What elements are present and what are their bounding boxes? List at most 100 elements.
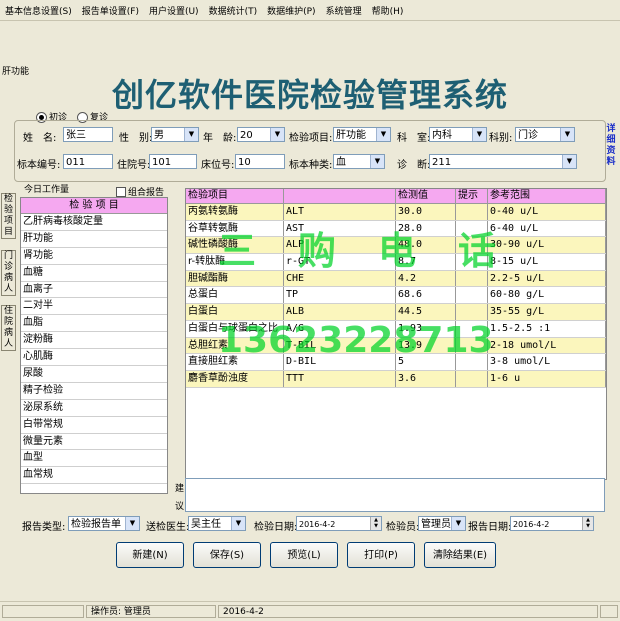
chevron-down-icon: ▼ <box>370 155 384 168</box>
checkbox-icon <box>116 186 126 197</box>
tester-label: 检验员: <box>386 522 420 533</box>
tab-test-items[interactable]: 检验项目 <box>1 193 16 239</box>
bed-no-input[interactable]: 10 <box>235 154 285 169</box>
cell-value[interactable]: 48.0 <box>396 237 456 254</box>
list-item[interactable]: 精子检验 <box>21 383 167 400</box>
list-item[interactable]: 二对半 <box>21 298 167 316</box>
test-item-label: 检验项目: <box>289 133 333 144</box>
list-item[interactable]: 肝功能 <box>21 231 167 248</box>
cell-item-name: 胆碱酯酶 <box>186 270 284 287</box>
inpatient-no-input[interactable]: 101 <box>149 154 197 169</box>
resize-grip[interactable] <box>600 605 618 618</box>
table-row[interactable]: 丙氨转氨酶 ALT 30.0 0-40 u/L <box>186 204 606 221</box>
cell-value[interactable]: 5 <box>396 354 456 370</box>
chevron-down-icon: ▼ <box>231 517 245 530</box>
specimen-type-select[interactable]: 血 ▼ <box>333 154 385 169</box>
table-row[interactable]: 总胆红素 T-BIL 13.9 2-18 umol/L <box>186 337 606 355</box>
name-input[interactable]: 张三 <box>63 127 113 142</box>
results-body: 丙氨转氨酶 ALT 30.0 0-40 u/L 谷草转氨酶 AST 28.0 6-40 u/L… <box>186 204 606 388</box>
cell-value[interactable]: 1.93 <box>396 320 456 337</box>
list-item[interactable]: 白带常规 <box>21 417 167 434</box>
table-row[interactable]: r-转肽酶 r-GT 8.7 8-15 u/L <box>186 254 606 271</box>
table-row[interactable]: 白蛋白 ALB 44.5 35-55 g/L <box>186 304 606 321</box>
list-item[interactable]: 心肌酶 <box>21 349 167 367</box>
chevron-down-icon: ▼ <box>472 128 486 141</box>
save-button[interactable]: 保存(S) <box>193 542 261 568</box>
menu-system[interactable]: 系统管理 <box>321 4 367 17</box>
cell-hint <box>456 320 488 337</box>
category-select[interactable]: 门诊 ▼ <box>515 127 575 142</box>
test-item-select[interactable]: 肝功能 ▼ <box>333 127 391 142</box>
cell-range: 1-6 u <box>488 370 606 387</box>
cell-item-name: 白蛋白 <box>186 304 284 320</box>
cell-value[interactable]: 3.6 <box>396 370 456 387</box>
table-row[interactable]: 直接胆红素 D-BIL 5 3-8 umol/L <box>186 354 606 371</box>
cell-item-name: 碱性磷酸酶 <box>186 237 284 254</box>
cell-value[interactable]: 8.7 <box>396 254 456 270</box>
list-item[interactable]: 血糖 <box>21 265 167 282</box>
report-type-select[interactable]: 检验报告单 ▼ <box>68 516 140 531</box>
list-item[interactable]: 泌尿系统 <box>21 400 167 417</box>
spinner-icon[interactable]: ▲ ▼ <box>582 517 593 530</box>
doctor-select[interactable]: 吴主任 ▼ <box>188 516 246 531</box>
new-button[interactable]: 新建(N) <box>116 542 184 568</box>
bed-no-label: 床位号: <box>201 160 235 171</box>
list-item[interactable]: 血脂 <box>21 315 167 333</box>
cell-value[interactable]: 44.5 <box>396 304 456 320</box>
cell-item-name: 总蛋白 <box>186 287 284 304</box>
spinner-icon[interactable]: ▲ ▼ <box>370 517 381 530</box>
sex-select[interactable]: 男 ▼ <box>151 127 199 142</box>
diagnosis-select[interactable]: 211 ▼ <box>429 154 577 169</box>
list-item[interactable]: 血常规 <box>21 467 167 485</box>
menu-user-settings[interactable]: 用户设置(U) <box>144 4 204 17</box>
table-row[interactable]: 碱性磷酸酶 ALP 48.0 30-90 u/L <box>186 237 606 255</box>
status-cell-empty <box>2 605 84 618</box>
list-item[interactable]: 肾功能 <box>21 248 167 265</box>
tab-outpatients[interactable]: 门诊病人 <box>1 250 16 296</box>
test-date-picker[interactable]: 2016-4-2 ▲ ▼ <box>296 516 382 531</box>
chevron-down-icon: ▼ <box>125 517 139 530</box>
list-item[interactable]: 血离子 <box>21 282 167 299</box>
list-item[interactable]: 乙肝病毒核酸定量 <box>21 214 167 231</box>
table-row[interactable]: 谷草转氨酶 AST 28.0 6-40 u/L <box>186 220 606 238</box>
list-item[interactable]: 血型 <box>21 450 167 468</box>
cell-item-name: 谷草转氨酶 <box>186 220 284 237</box>
specimen-type-label: 标本种类: <box>289 160 333 171</box>
table-row[interactable]: 总蛋白 TP 68.6 60-80 g/L <box>186 287 606 305</box>
menu-basic-settings[interactable]: 基本信息设置(S) <box>0 4 77 17</box>
list-item[interactable]: 尿酸 <box>21 366 167 383</box>
tab-inpatients[interactable]: 住院病人 <box>1 305 16 351</box>
table-row[interactable]: 胆碱酯酶 CHE 4.2 2.2-5 u/L <box>186 270 606 288</box>
test-date-label: 检验日期: <box>254 522 298 533</box>
table-row[interactable]: 白蛋白与球蛋白之比 A/G 1.93 1.5-2.5 :1 <box>186 320 606 338</box>
list-item[interactable]: 微量元素 <box>21 434 167 451</box>
report-date-picker[interactable]: 2016-4-2 ▲ ▼ <box>510 516 594 531</box>
list-item[interactable]: 淀粉酶 <box>21 332 167 350</box>
table-row[interactable]: 麝香草酚浊度 TTT 3.6 1-6 u <box>186 370 606 388</box>
tester-select[interactable]: 管理员 ▼ <box>418 516 466 531</box>
chevron-down-icon: ▼ <box>270 128 284 141</box>
cell-item-code: r-GT <box>284 254 396 270</box>
cell-value[interactable]: 13.9 <box>396 337 456 354</box>
print-button[interactable]: 打印(P) <box>347 542 415 568</box>
menu-data-maintenance[interactable]: 数据维护(P) <box>262 4 320 17</box>
menu-help[interactable]: 帮助(H) <box>367 4 409 17</box>
preview-button[interactable]: 预览(L) <box>270 542 338 568</box>
age-select[interactable]: 20 ▼ <box>237 127 285 142</box>
sex-label: 性 别: <box>119 133 153 144</box>
cell-value[interactable]: 28.0 <box>396 220 456 237</box>
cell-value[interactable]: 30.0 <box>396 204 456 220</box>
cell-value[interactable]: 4.2 <box>396 270 456 287</box>
menu-statistics[interactable]: 数据统计(T) <box>204 4 263 17</box>
detail-link[interactable]: 详细资料 <box>604 124 618 168</box>
chevron-down-icon: ▼ <box>376 128 390 141</box>
cell-value[interactable]: 68.6 <box>396 287 456 304</box>
menu-report-settings[interactable]: 报告单设置(F) <box>77 4 144 17</box>
clear-results-button[interactable]: 清除结果(E) <box>424 542 496 568</box>
advice-textarea[interactable] <box>185 478 605 512</box>
cell-item-code: ALT <box>284 204 396 220</box>
dept-select[interactable]: 内科 ▼ <box>429 127 487 142</box>
test-item-list: 检 验 项 目 乙肝病毒核酸定量 肝功能 肾功能 血糖 血离子 二对半 血脂 淀… <box>20 197 168 494</box>
cell-range: 6-40 u/L <box>488 220 606 237</box>
specimen-no-input[interactable]: 011 <box>63 154 113 169</box>
